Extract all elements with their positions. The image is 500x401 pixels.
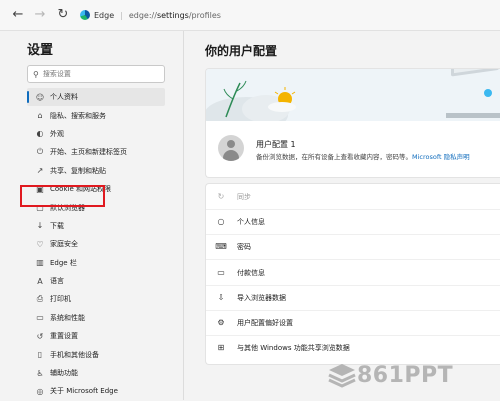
back-arrow-icon[interactable]: ← [10, 7, 26, 23]
settings-row-label: 用户配置偏好设置 [237, 318, 293, 327]
sidebar-item-label: 下载 [50, 221, 64, 230]
highlight-box [20, 185, 105, 207]
edge-logo-icon [80, 10, 90, 20]
sidebar-item-label: 重置设置 [50, 332, 78, 341]
sidebar-item-label: 系统和性能 [50, 313, 85, 322]
phone-icon: ▯ [37, 350, 43, 360]
profile-card: 用户配置 1 备份浏览数据，在所有设备上查看收藏内容，密码等。Microsoft… [205, 68, 500, 178]
sidebar-item-label: 个人资料 [50, 93, 78, 102]
address-bar[interactable]: Edge | edge://settings/profiles [80, 7, 221, 23]
profile-banner [206, 69, 500, 121]
site-label: Edge [94, 10, 115, 20]
sidebar-item[interactable]: ☺ 个人资料 [27, 88, 165, 107]
forward-arrow-icon[interactable]: → [32, 7, 48, 23]
sidebar-item-label: 语言 [50, 277, 64, 286]
sidebar-item-label: 辅助功能 [50, 369, 78, 378]
sidebar-item-label: 外观 [50, 129, 64, 138]
sidebar-item-label: 关于 Microsoft Edge [50, 387, 118, 396]
sidebar-item-label: 开始、主页和新建标签页 [50, 148, 127, 157]
sidebar-item-label: Edge 栏 [50, 258, 77, 267]
sidebar-item[interactable]: ⎙ 打印机 [27, 290, 165, 308]
sidebar-item[interactable]: ⏻ 开始、主页和新建标签页 [27, 143, 165, 161]
watermark: 861PPT [327, 362, 453, 388]
divider [183, 31, 184, 400]
sidebar-item-label: 打印机 [50, 295, 71, 304]
sidebar-item[interactable]: ▯ 手机和其他设备 [27, 345, 165, 363]
refresh-icon[interactable]: ↻ [55, 7, 71, 23]
settings-row[interactable]: ⌨ 密码 [206, 234, 500, 260]
settings-row-label: 导入浏览器数据 [237, 293, 286, 302]
sidebar-item-label: 家庭安全 [50, 240, 78, 249]
settings-sidebar: 设置 ⚲ 搜索设置 ☺ 个人资料 ⌂ 隐私、搜索和服务 ◐ 外观 ⏻ 开始、主页和新建标签页 ↗… [0, 31, 183, 400]
profile-icon: ☺ [35, 92, 45, 102]
reset-icon: ↺ [36, 331, 44, 341]
person-icon: ○ [217, 217, 225, 226]
share-icon: ↗ [36, 166, 44, 176]
settings-row-label: 付款信息 [237, 268, 265, 277]
sidebar-item-label: 隐私、搜索和服务 [50, 111, 106, 120]
settings-row[interactable]: ⊞ 与其他 Windows 功能共享浏览数据 [206, 335, 500, 360]
profile-description: 备份浏览数据，在所有设备上查看收藏内容，密码等。Microsoft 隐私声明 [256, 153, 470, 161]
language-icon: A [37, 276, 43, 286]
sidebar-item[interactable]: ↗ 共享、复制和粘贴 [27, 162, 165, 180]
sidebar-title: 设置 [27, 43, 54, 58]
settings-row[interactable]: ○ 个人信息 [206, 209, 500, 235]
windows-icon: ⊞ [217, 343, 225, 352]
settings-row[interactable]: ⚙ 用户配置偏好设置 [206, 310, 500, 336]
card-icon: ▭ [217, 268, 225, 277]
profile-settings-list: ↻ 同步 ○ 个人信息 ⌨ 密码 ▭ 付款信息 ⇩ 导入浏览器数据 ⚙ 用户配置偏好设置 ⊞ 与其他 Wi… [205, 183, 500, 365]
sidebar-item[interactable]: ↓ 下载 [27, 217, 165, 235]
avatar [218, 135, 244, 161]
import-icon: ⇩ [217, 293, 225, 302]
settings-row[interactable]: ⇩ 导入浏览器数据 [206, 285, 500, 311]
sidebar-menu: ☺ 个人资料 ⌂ 隐私、搜索和服务 ◐ 外观 ⏻ 开始、主页和新建标签页 ↗ 共享、复制和粘贴 ▣ C… [27, 88, 165, 401]
url-text: edge://settings/profiles [128, 10, 221, 20]
settings-row-label: 个人信息 [237, 217, 265, 226]
system-icon: ▭ [36, 313, 44, 323]
sidebar-item[interactable]: ♡ 家庭安全 [27, 235, 165, 253]
lock-icon: ⌂ [37, 111, 43, 121]
sidebar-item[interactable]: A 语言 [27, 272, 165, 290]
search-icon: ⚲ [33, 69, 39, 79]
sidebar-item[interactable]: ⌂ 隐私、搜索和服务 [27, 106, 165, 124]
sidebar-item[interactable]: ▭ 系统和性能 [27, 309, 165, 327]
settings-row[interactable]: ▭ 付款信息 [206, 260, 500, 286]
accessibility-icon: ♿ [36, 368, 44, 378]
sidebar-item[interactable]: ◐ 外观 [27, 125, 165, 143]
sidebar-item[interactable]: ◎ 关于 Microsoft Edge [27, 382, 165, 400]
address-separator: | [120, 10, 123, 20]
printer-icon: ⎙ [36, 294, 44, 304]
sidebar-item[interactable]: ♿ 辅助功能 [27, 364, 165, 382]
search-placeholder: 搜索设置 [42, 70, 71, 78]
browser-toolbar: ← → ↻ Edge | edge://settings/profiles [0, 0, 500, 31]
settings-row[interactable]: ↻ 同步 [206, 184, 500, 210]
download-icon: ↓ [36, 221, 44, 231]
privacy-statement-link[interactable]: Microsoft 隐私声明 [412, 153, 470, 161]
settings-row-label: 与其他 Windows 功能共享浏览数据 [237, 343, 350, 352]
watermark-logo-icon [328, 364, 356, 388]
sidebar-item-label: 手机和其他设备 [50, 350, 99, 359]
sync-icon: ↻ [217, 192, 225, 201]
sidebar-icon: ▥ [36, 258, 44, 268]
sidebar-item[interactable]: ▥ Edge 栏 [27, 254, 165, 272]
key-icon: ⌨ [215, 242, 227, 251]
watermark-text: 861PPT [357, 362, 454, 388]
settings-row-label: 密码 [237, 242, 251, 251]
appearance-icon: ◐ [36, 129, 44, 139]
family-icon: ♡ [36, 239, 44, 249]
page-title: 你的用户配置 [205, 44, 278, 58]
search-input[interactable]: ⚲ 搜索设置 [27, 65, 165, 83]
power-icon: ⏻ [36, 147, 44, 157]
profile-settings-icon: ⚙ [217, 318, 225, 327]
sidebar-item[interactable]: ↺ 重置设置 [27, 327, 165, 345]
sidebar-item-label: 共享、复制和粘贴 [50, 166, 106, 175]
edge-icon: ◎ [36, 386, 44, 396]
profile-name: 用户配置 1 [256, 140, 296, 149]
settings-row-label: 同步 [237, 192, 251, 201]
